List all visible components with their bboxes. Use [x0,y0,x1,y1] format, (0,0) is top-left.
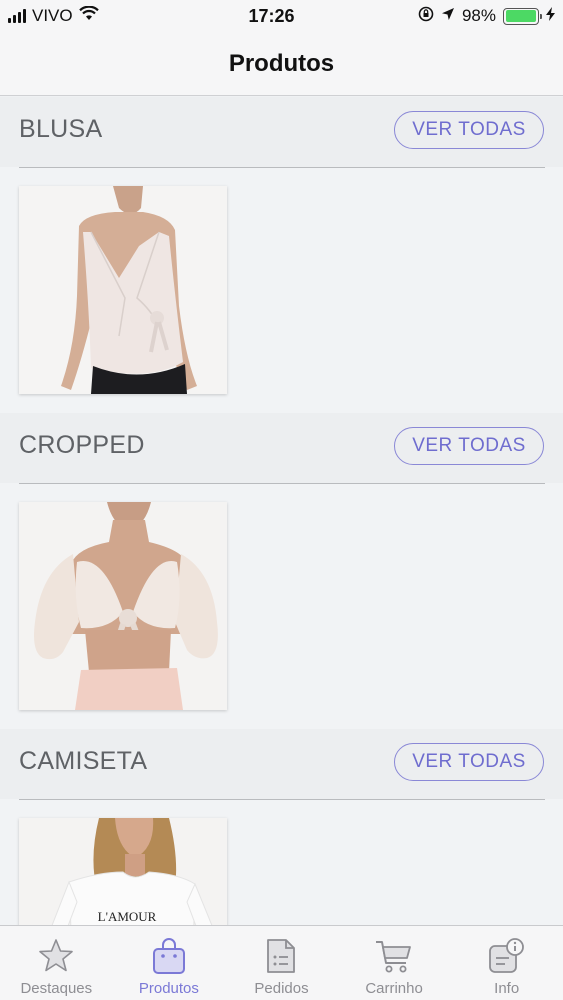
category-section-blusa: BLUSA VER TODAS [0,97,563,413]
carrier-name: VIVO [32,6,73,25]
tab-label: Info [494,980,520,997]
document-icon [261,936,301,976]
divider [19,483,545,484]
see-all-button[interactable]: VER TODAS [394,111,544,149]
see-all-button[interactable]: VER TODAS [394,743,544,781]
battery-icon [503,7,542,25]
category-title: CAMISETA [19,747,148,775]
product-card[interactable] [19,502,227,710]
star-icon [36,936,76,976]
navigation-bar: Produtos [0,32,563,96]
divider [19,799,545,800]
info-icon [487,936,527,976]
tab-carrinho[interactable]: Carrinho [338,926,451,1000]
tshirt-print-text: L'AMOUR [98,909,157,924]
orientation-lock-icon [418,6,434,27]
category-section-cropped: CROPPED VER TODAS [0,413,563,729]
tab-label: Produtos [138,980,199,997]
clock: 17:26 [248,5,295,26]
tab-info[interactable]: Info [450,926,563,1000]
location-arrow-icon [441,6,455,26]
see-all-button[interactable]: VER TODAS [394,427,544,465]
tab-produtos[interactable]: Produtos [113,926,226,1000]
category-title: CROPPED [19,431,145,459]
page-title: Produtos [228,49,335,77]
battery-percent: 98% [461,6,496,25]
category-section-camiseta: CAMISETA VER TODAS L'AMOUR [0,729,563,925]
product-image [19,502,227,710]
signal-strength-icon [8,9,26,23]
tab-bar: Destaques Produtos Pedidos Carrinho Info [0,925,563,1000]
category-title: BLUSA [19,115,103,143]
tab-label: Pedidos [254,980,309,997]
status-bar: VIVO 17:26 98% [0,0,563,32]
product-image: L'AMOUR [19,818,227,925]
product-image [19,186,227,394]
product-categories-list[interactable]: BLUSA VER TODAS CROPPED VER TODAS CAMISE… [0,97,563,925]
tab-pedidos[interactable]: Pedidos [225,926,338,1000]
product-card[interactable]: L'AMOUR [19,818,227,925]
divider [19,167,545,168]
tab-label: Destaques [20,980,93,997]
wifi-icon [78,5,99,26]
tab-destaques[interactable]: Destaques [0,926,113,1000]
cart-icon [374,936,414,976]
tab-label: Carrinho [365,980,423,997]
charging-bolt-icon [546,6,555,26]
product-card[interactable] [19,186,227,394]
shopping-bag-icon [149,936,189,976]
